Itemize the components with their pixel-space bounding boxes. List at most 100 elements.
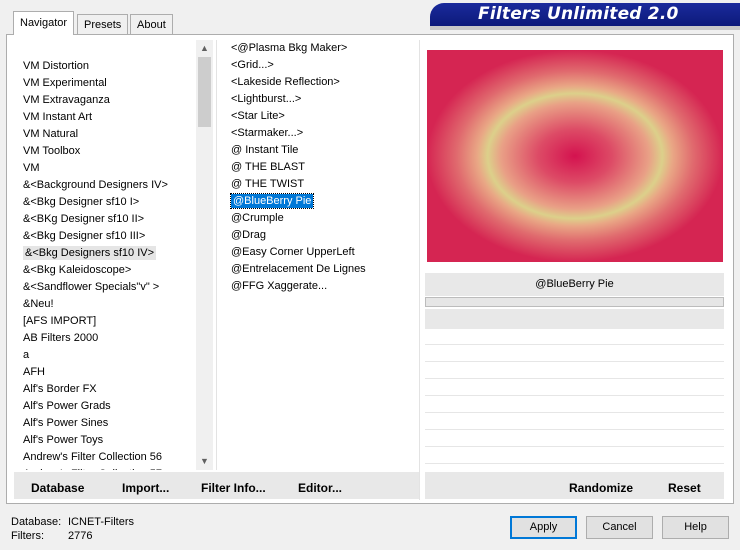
list-item[interactable]: <Grid...> [229,57,414,74]
list-item[interactable]: @BlueBerry Pie [229,193,414,210]
list-item[interactable]: @ THE BLAST [229,159,414,176]
list-item-label: <Lakeside Reflection> [231,76,340,88]
database-status-value: ICNET-Filters [68,516,134,528]
divider [216,40,217,470]
list-item[interactable]: &<BKg Designer sf10 II> [21,211,195,228]
reset-button[interactable]: Reset [668,481,701,495]
list-item-label: VM Instant Art [23,111,93,123]
divider [425,412,724,413]
list-item[interactable]: <Star Lite> [229,108,414,125]
help-button[interactable]: Help [662,516,729,539]
list-item-label: AB Filters 2000 [23,332,99,344]
list-item-label: &<Bkg Designers sf10 IV> [23,246,157,260]
list-item[interactable]: VM Distortion [21,58,195,75]
divider [425,344,724,345]
tab-navigator[interactable]: Navigator [13,11,75,35]
list-item[interactable]: Andrew's Filter Collection 57 [21,466,195,470]
filter-info-button[interactable]: Filter Info... [201,481,266,495]
list-item-label: @ THE BLAST [231,161,305,173]
scroll-down-icon[interactable]: ▼ [196,453,213,470]
list-item-label: @Drag [231,229,267,241]
filter-preview-image [427,50,723,262]
filter-list[interactable]: <@Plasma Bkg Maker> <Grid...> <Lakeside Re… [229,40,414,470]
list-item-label: @Entrelacement De Lignes [231,263,366,275]
list-item-label: &<Bkg Designer sf10 I> [23,196,140,208]
selected-filter-name: @BlueBerry Pie [425,273,724,296]
list-item-label: VM Toolbox [23,145,81,157]
list-item[interactable]: @ Instant Tile [229,142,414,159]
list-item-label: AFH [23,366,45,378]
list-item[interactable]: &<Bkg Kaleidoscope> [21,262,195,279]
list-item[interactable]: @Easy Corner UpperLeft [229,244,414,261]
divider [425,378,724,379]
list-item[interactable]: &<Background Designers IV> [21,177,195,194]
list-item-label: Alf's Power Sines [23,417,109,429]
list-item[interactable]: Alf's Border FX [21,381,195,398]
list-item[interactable]: &<Sandflower Specials"v" > [21,279,195,296]
list-item[interactable]: @Entrelacement De Lignes [229,261,414,278]
list-item[interactable]: &Neu! [21,296,195,313]
database-status-label: Database: [11,516,62,528]
parameter-area [425,309,724,329]
list-item[interactable]: VM Extravaganza [21,92,195,109]
list-item-label: @ THE TWIST [231,178,305,190]
list-item[interactable]: <Lakeside Reflection> [229,74,414,91]
list-item[interactable]: @FFG Xaggerate... [229,278,414,295]
list-item-label: @ Instant Tile [231,144,299,156]
list-item[interactable]: &<Bkg Designer sf10 I> [21,194,195,211]
list-item[interactable]: [AFS IMPORT] [21,313,195,330]
apply-button[interactable]: Apply [510,516,577,539]
category-scrollbar[interactable]: ▲ ▼ [196,40,213,470]
list-item-label: @Easy Corner UpperLeft [231,246,355,258]
divider [425,361,724,362]
progress-bar [425,297,724,307]
list-item[interactable]: VM Experimental [21,75,195,92]
tab-presets[interactable]: Presets [77,14,129,34]
list-item[interactable]: @Drag [229,227,414,244]
list-item[interactable]: <Lightburst...> [229,91,414,108]
list-item-label: &<Bkg Designer sf10 III> [23,230,146,242]
list-item[interactable]: VM Natural [21,126,195,143]
list-item[interactable]: <Starmaker...> [229,125,414,142]
tab-label: Presets [84,19,122,31]
category-list[interactable]: VM Distortion VM Experimental VM Extravaga… [21,58,195,470]
list-item[interactable]: Alf's Power Grads [21,398,195,415]
filters-count-value: 2776 [68,530,93,542]
list-item-label: [AFS IMPORT] [23,315,97,327]
list-item[interactable]: VM Instant Art [21,109,195,126]
list-item[interactable]: VM [21,160,195,177]
list-item-label: Andrew's Filter Collection 57 [23,468,162,470]
tab-about[interactable]: About [130,14,173,34]
import-button[interactable]: Import... [122,481,169,495]
list-item-label: <Star Lite> [231,110,285,122]
list-item[interactable]: &<Bkg Designer sf10 III> [21,228,195,245]
list-item-label: <Grid...> [231,59,274,71]
list-item[interactable]: @Crumple [229,210,414,227]
list-item[interactable]: @ THE TWIST [229,176,414,193]
banner-shadow [430,26,740,30]
list-item-label: VM Natural [23,128,79,140]
list-item[interactable]: &<Bkg Designers sf10 IV> [21,245,195,262]
scroll-up-icon[interactable]: ▲ [196,40,213,57]
list-item-label: &<BKg Designer sf10 II> [23,213,145,225]
list-item[interactable]: <@Plasma Bkg Maker> [229,40,414,57]
randomize-button[interactable]: Randomize [569,481,633,495]
list-item[interactable]: VM Toolbox [21,143,195,160]
cancel-button[interactable]: Cancel [586,516,653,539]
list-item-label: &<Bkg Kaleidoscope> [23,264,132,276]
list-item[interactable]: Alf's Power Toys [21,432,195,449]
scroll-thumb[interactable] [198,57,211,127]
list-item[interactable]: AFH [21,364,195,381]
divider [419,40,420,500]
list-item[interactable]: AB Filters 2000 [21,330,195,347]
list-item-label: @FFG Xaggerate... [231,280,328,292]
tab-label: Navigator [20,17,68,29]
list-item[interactable]: Andrew's Filter Collection 56 [21,449,195,466]
list-item[interactable]: a [21,347,195,364]
editor-button[interactable]: Editor... [298,481,342,495]
list-item[interactable]: Alf's Power Sines [21,415,195,432]
list-item-label: &Neu! [23,298,54,310]
list-item-label: Alf's Power Toys [23,434,104,446]
database-button[interactable]: Database [31,481,84,495]
list-item-label: <Starmaker...> [231,127,304,139]
